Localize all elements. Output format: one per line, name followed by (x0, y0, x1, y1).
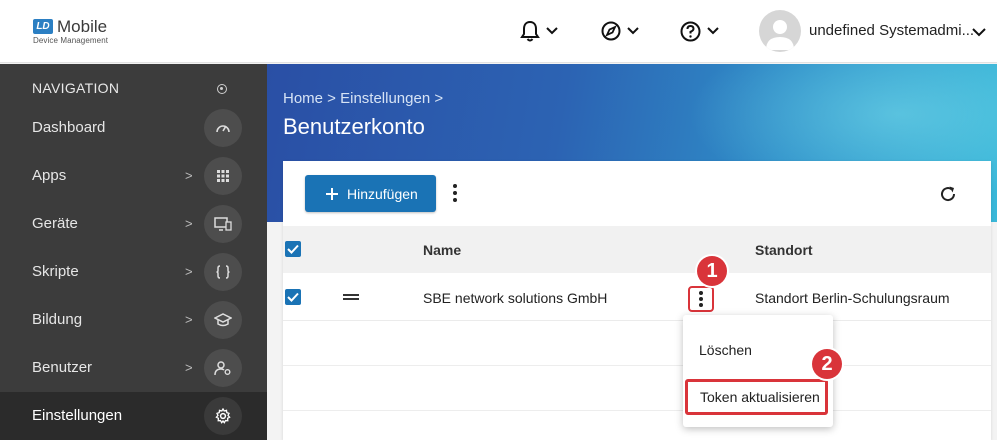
bell-icon (520, 20, 540, 42)
sidebar-item-label: Einstellungen (32, 407, 123, 424)
sidebar-item-devices[interactable]: Geräte > (0, 200, 267, 248)
step-badge-2: 2 (812, 349, 842, 379)
step-badge-1: 1 (697, 256, 727, 286)
breadcrumb[interactable]: Home > Einstellungen > (283, 90, 443, 107)
braces-icon (204, 253, 242, 291)
more-vertical-icon (453, 184, 457, 202)
plus-icon (326, 187, 338, 200)
empty-table-row (283, 366, 991, 411)
table-row[interactable]: SBE network solutions GmbH Standort Berl… (283, 273, 991, 321)
check-icon (287, 292, 299, 302)
row-more-button[interactable] (688, 286, 714, 312)
avatar[interactable] (759, 10, 801, 52)
sidebar-item-label: Skripte (32, 263, 79, 280)
column-header-location[interactable]: Standort (755, 242, 813, 258)
page-title: Benutzerkonto (283, 114, 425, 139)
compass-icon (601, 21, 621, 41)
logo-subtitle: Device Management (33, 36, 109, 45)
add-button-label: Hinzufügen (347, 185, 418, 202)
sidebar-item-label: Bildung (32, 311, 83, 328)
user-menu-toggle[interactable] (972, 24, 986, 42)
chevron-down-icon (627, 27, 639, 35)
grid-icon (204, 157, 242, 195)
refresh-button[interactable] (939, 185, 957, 208)
logo-title: Mobile (57, 17, 108, 36)
sidebar-item-label: Benutzer (32, 359, 93, 376)
sidebar-item-dashboard[interactable]: Dashboard (0, 104, 267, 152)
sidebar-pin-icon[interactable] (217, 84, 227, 94)
row-context-menu: Löschen Token aktualisieren (683, 315, 833, 427)
app-logo[interactable]: LD Mobile Device Management (33, 17, 123, 47)
menu-item-delete[interactable]: Löschen (683, 342, 833, 358)
gear-icon (204, 397, 242, 435)
sidebar-item-label: Apps (32, 167, 67, 184)
logo-mark: LD (33, 19, 53, 34)
help-icon (680, 21, 701, 41)
check-icon (287, 244, 299, 254)
sidebar-item-users[interactable]: Benutzer > (0, 344, 267, 392)
chevron-down-icon (546, 27, 558, 35)
content-card: Hinzufügen Name Standort SBE network sol… (283, 161, 991, 440)
help-button[interactable] (680, 18, 719, 44)
devices-icon (204, 205, 242, 243)
refresh-icon (941, 186, 956, 202)
chevron-right-icon: > (185, 312, 193, 327)
graduation-cap-icon (204, 301, 242, 339)
user-avatar-icon (766, 20, 794, 50)
sidebar-item-label: Dashboard (32, 119, 106, 136)
top-bar: LD Mobile Device Management undefined Sy… (0, 0, 997, 63)
explore-button[interactable] (601, 18, 639, 44)
sidebar-item-apps[interactable]: Apps > (0, 152, 267, 200)
drag-handle-icon[interactable] (343, 294, 359, 300)
add-button[interactable]: Hinzufügen (305, 175, 436, 212)
gauge-icon (204, 109, 242, 147)
sidebar-item-education[interactable]: Bildung > (0, 296, 267, 344)
chevron-right-icon: > (185, 168, 193, 183)
cell-location: Standort Berlin-Schulungsraum (755, 290, 950, 306)
nav-heading: NAVIGATION (32, 80, 120, 96)
sidebar-item-settings[interactable]: Einstellungen (0, 392, 267, 440)
user-gear-icon (204, 349, 242, 387)
empty-table-row (283, 321, 991, 366)
menu-item-refresh-token[interactable]: Token aktualisieren (685, 379, 828, 415)
select-all-checkbox[interactable] (285, 241, 301, 257)
empty-table-row (283, 411, 991, 440)
toolbar-more-button[interactable] (452, 183, 458, 208)
notifications-button[interactable] (520, 18, 558, 44)
chevron-right-icon: > (185, 264, 193, 279)
chevron-right-icon: > (185, 216, 193, 231)
sidebar-item-scripts[interactable]: Skripte > (0, 248, 267, 296)
chevron-down-icon (972, 28, 986, 37)
chevron-right-icon: > (185, 360, 193, 375)
cell-name: SBE network solutions GmbH (423, 290, 608, 306)
table-header: Name Standort (283, 226, 991, 273)
sidebar: NAVIGATION Dashboard Apps > Geräte > Skr… (0, 64, 267, 440)
column-header-name[interactable]: Name (423, 242, 461, 258)
user-name[interactable]: undefined Systemadmi... (809, 22, 974, 39)
row-checkbox[interactable] (285, 289, 301, 305)
sidebar-item-label: Geräte (32, 215, 78, 232)
more-vertical-icon (699, 291, 703, 307)
chevron-down-icon (707, 27, 719, 35)
